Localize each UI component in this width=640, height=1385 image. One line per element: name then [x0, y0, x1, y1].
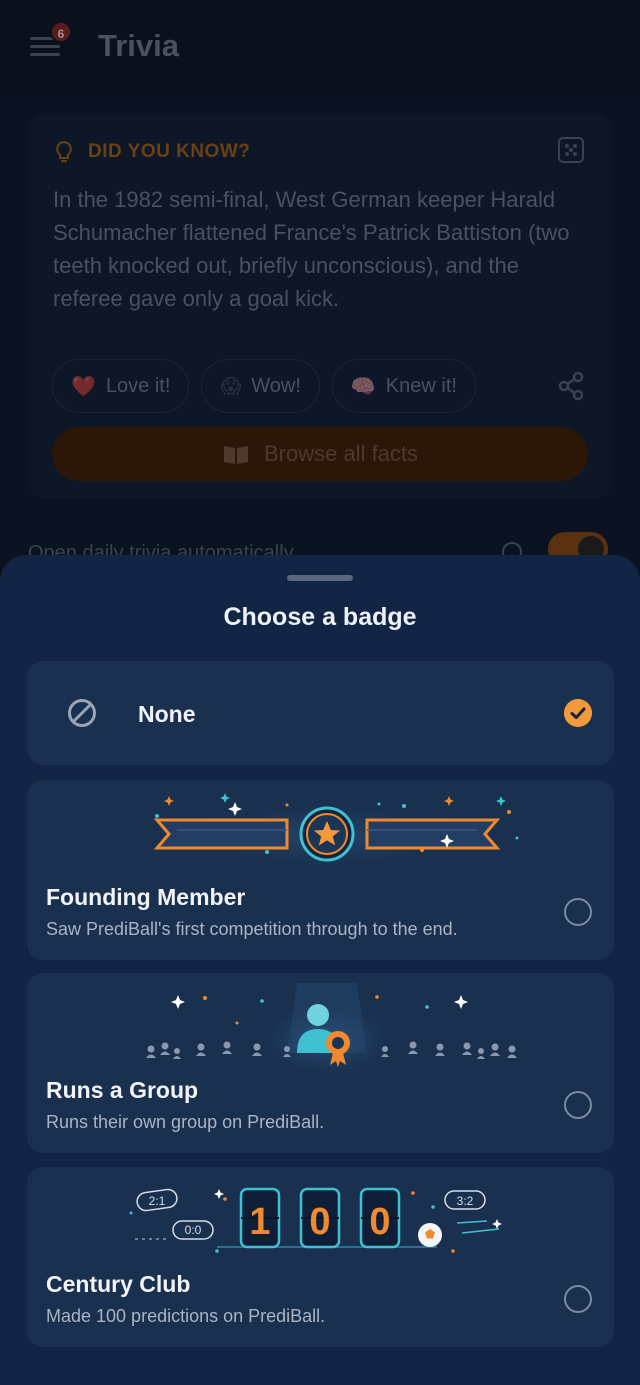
fact-heading: DID YOU KNOW?	[88, 141, 251, 162]
dice-icon[interactable]	[558, 137, 584, 163]
prohibited-icon	[68, 699, 96, 727]
counter-digit: 0	[309, 1201, 330, 1243]
badge-option-none[interactable]: None	[27, 661, 614, 765]
badge-option-runs-a-group[interactable]: Runs a Group Runs their own group on Pre…	[27, 973, 614, 1153]
badge-name: Runs a Group	[46, 1077, 199, 1103]
counter-digit: 0	[369, 1201, 390, 1243]
reaction-bar: ❤️ Love it! 😱 Wow! 🧠 Knew it!	[52, 359, 476, 413]
badge-option-founding-member[interactable]: Founding Member Saw PrediBall's first co…	[27, 780, 614, 960]
radio-button[interactable]	[564, 1091, 592, 1119]
browse-facts-button[interactable]: Browse all facts	[52, 427, 588, 481]
browse-label: Browse all facts	[263, 441, 419, 466]
fact-text: In the 1982 semi-final, West German keep…	[53, 187, 570, 311]
reaction-label: Love it!	[105, 374, 171, 397]
share-icon[interactable]	[556, 371, 586, 401]
radio-button[interactable]	[564, 1285, 592, 1313]
runs-a-group-badge-art	[146, 983, 517, 1073]
radio-button[interactable]	[564, 898, 592, 926]
badge-description: Made 100 predictions on PrediBall.	[46, 1306, 326, 1326]
page-title: Trivia	[98, 28, 179, 63]
notification-badge: 6	[50, 21, 72, 43]
badge-picker-sheet: Choose a badge None Founding Member Saw …	[0, 555, 640, 1385]
counter-digit: 1	[249, 1201, 270, 1243]
badge-description: Runs their own group on PrediBall.	[46, 1112, 325, 1132]
brain-icon: 🧠	[350, 375, 376, 398]
score-label: 2:1	[149, 1194, 166, 1208]
check-circle-icon	[564, 699, 592, 727]
knew-it-button[interactable]: 🧠 Knew it!	[331, 359, 476, 413]
shocked-face-icon: 😱	[220, 375, 242, 398]
drag-handle[interactable]	[287, 575, 353, 581]
app-header: 6 Trivia	[0, 0, 640, 95]
sheet-title: Choose a badge	[223, 603, 417, 631]
badge-description: Saw PrediBall's first competition throug…	[46, 919, 458, 939]
wow-button[interactable]: 😱 Wow!	[201, 359, 320, 413]
score-label: 3:2	[457, 1194, 474, 1208]
book-icon	[223, 446, 248, 464]
fact-card: DID YOU KNOW? In the 1982 semi-final, We…	[28, 113, 612, 498]
reaction-label: Wow!	[251, 374, 301, 397]
score-label: 0:0	[185, 1223, 202, 1237]
heart-icon: ❤️	[71, 375, 96, 398]
founding-member-badge-art	[153, 793, 519, 878]
badge-name: Century Club	[46, 1271, 191, 1297]
lightbulb-icon	[56, 140, 72, 162]
badge-option-century-club[interactable]: 2:1 0:0 3:2 1 0 0 Century Club Made 100 …	[27, 1167, 614, 1347]
century-club-badge-art: 2:1 0:0 3:2 1 0 0	[129, 1187, 502, 1253]
reaction-label: Knew it!	[385, 374, 457, 397]
love-it-button[interactable]: ❤️ Love it!	[52, 359, 190, 413]
badge-name: Founding Member	[46, 884, 246, 910]
badge-option-label: None	[138, 701, 196, 727]
